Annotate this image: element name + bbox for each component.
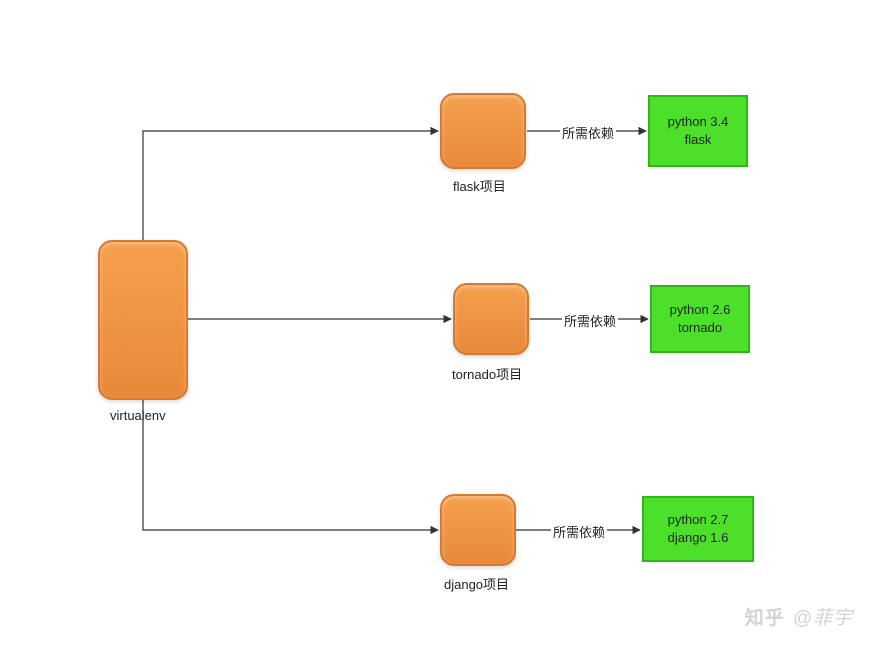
django-env-line1: python 2.7 <box>668 511 729 529</box>
flask-env-line2: flask <box>685 131 712 149</box>
django-env-line2: django 1.6 <box>668 529 729 547</box>
tornado-env-line2: tornado <box>678 319 722 337</box>
tornado-env-line1: python 2.6 <box>670 301 731 319</box>
django-env-node: python 2.7 django 1.6 <box>642 496 754 562</box>
virtualenv-node <box>98 240 188 400</box>
django-edge-label: 所需依赖 <box>551 522 607 541</box>
watermark-author: @菲宇 <box>793 603 853 630</box>
django-project-label: django项目 <box>444 574 509 593</box>
flask-env-node: python 3.4 flask <box>648 95 748 167</box>
flask-project-node <box>440 93 526 169</box>
tornado-env-node: python 2.6 tornado <box>650 285 750 353</box>
virtualenv-label: virtualenv <box>110 408 166 423</box>
flask-edge-label: 所需依赖 <box>560 123 616 142</box>
tornado-project-label: tornado项目 <box>452 364 522 383</box>
watermark: 知乎 @菲宇 <box>745 603 853 630</box>
watermark-brand: 知乎 <box>745 603 785 630</box>
tornado-project-node <box>453 283 529 355</box>
tornado-edge-label: 所需依赖 <box>562 311 618 330</box>
flask-project-label: flask项目 <box>453 176 506 195</box>
flask-env-line1: python 3.4 <box>668 113 729 131</box>
django-project-node <box>440 494 516 566</box>
